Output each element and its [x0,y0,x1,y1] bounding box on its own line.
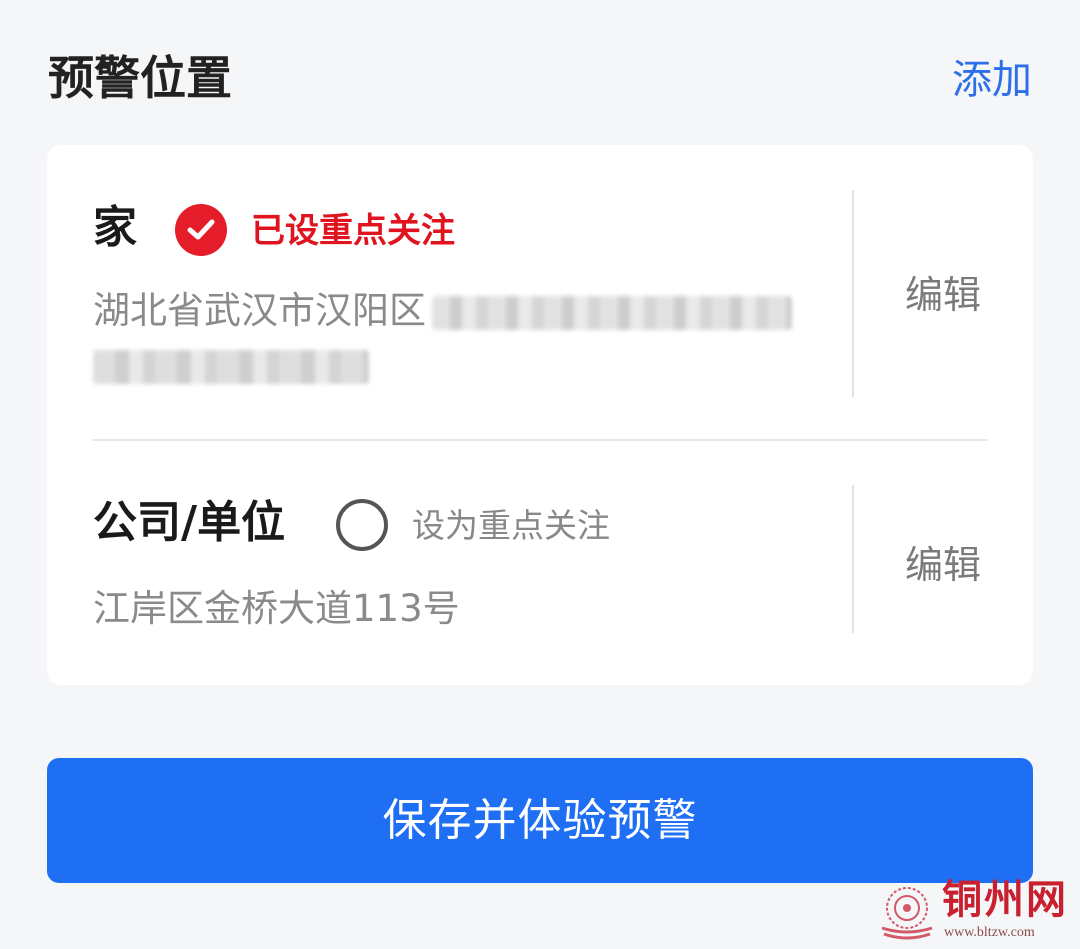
header: 预警位置 添加 [48,44,1032,114]
edit-button[interactable]: 编辑 [905,537,981,593]
focus-checkbox-unchecked[interactable] [336,499,388,551]
redacted-address-line [93,350,369,384]
page-title: 预警位置 [48,51,232,105]
vertical-divider [852,190,854,397]
location-item-company: 公司/单位 设为重点关注 江岸区金桥大道113号 编辑 [47,440,1033,685]
location-name: 家 [93,202,137,253]
watermark-text: 铜州网 [942,876,1068,923]
redacted-address [432,295,792,330]
location-address: 江岸区金桥大道113号 [93,587,460,630]
location-name: 公司/单位 [93,497,286,548]
address-text: 湖北省武汉市汉阳区 [93,289,426,332]
location-item-home: 家 已设重点关注 湖北省武汉市汉阳区 编辑 [47,145,1033,440]
save-and-try-button[interactable]: 保存并体验预警 [47,758,1033,883]
watermark-url: www.bltzw.com [944,925,1035,940]
locations-card: 家 已设重点关注 湖北省武汉市汉阳区 编辑 公司/单位 设为重点关注 江岸区金桥… [47,145,1033,685]
check-icon [187,219,215,240]
location-address: 湖北省武汉市汉阳区 [93,283,792,339]
focus-status-label: 已设重点关注 [251,211,455,251]
focus-checkbox-checked[interactable] [175,204,227,256]
set-focus-label[interactable]: 设为重点关注 [412,500,610,552]
watermark: 铜州网 www.bltzw.com [876,876,1076,946]
vertical-divider [852,485,854,633]
edit-button[interactable]: 编辑 [905,267,981,323]
watermark-logo-icon [881,887,933,940]
add-location-link[interactable]: 添加 [952,50,1032,110]
